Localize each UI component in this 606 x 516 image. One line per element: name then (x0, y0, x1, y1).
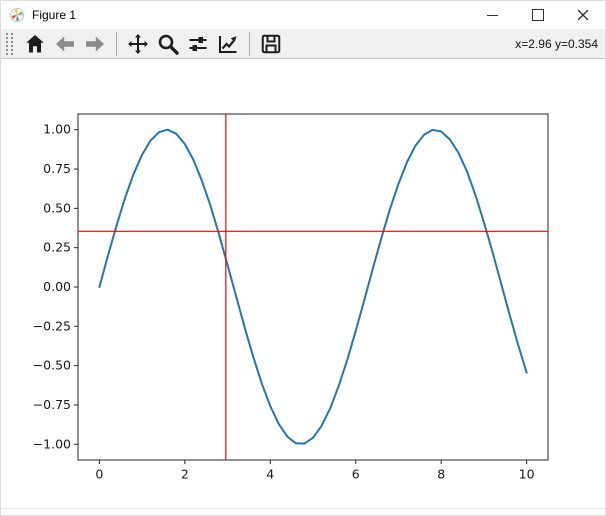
configure-subplots-button[interactable] (184, 30, 212, 58)
cursor-coordinates: x=2.96 y=0.354 (515, 37, 601, 51)
window-title: Figure 1 (32, 8, 76, 22)
x-tick-label: 6 (352, 467, 360, 482)
home-button[interactable] (21, 30, 49, 58)
window-bottom-edge (1, 508, 605, 509)
x-tick-label: 4 (266, 467, 274, 482)
figure-canvas[interactable]: 0 2 4 6 8 10 −1.00 −0.75 −0.50 −0.25 0.00 0.25 0.50 0… (1, 59, 606, 516)
y-tick-label: −1.00 (33, 436, 71, 451)
y-tick-label: −0.75 (33, 397, 71, 412)
toolbar-grip (6, 33, 13, 55)
axes-spines (78, 114, 548, 460)
pan-button[interactable] (124, 30, 152, 58)
close-icon (577, 9, 589, 21)
customize-button[interactable] (214, 30, 242, 58)
y-tick-label: −0.25 (33, 318, 71, 333)
chart-line-icon (216, 32, 240, 56)
forward-button[interactable] (81, 30, 109, 58)
maximize-button[interactable] (515, 1, 560, 29)
save-button[interactable] (257, 30, 285, 58)
matplotlib-logo-icon (9, 7, 25, 23)
arrow-left-icon (53, 32, 77, 56)
title-bar: Figure 1 (1, 1, 605, 29)
maximize-icon (532, 9, 544, 21)
toolbar-separator (249, 32, 250, 56)
y-tick-label: 0.00 (43, 279, 71, 294)
minimize-button[interactable] (470, 1, 515, 29)
y-tick-label: 0.25 (43, 240, 71, 255)
y-tick-label: 1.00 (43, 122, 71, 137)
series-line-sin(x) (99, 130, 526, 444)
close-button[interactable] (560, 1, 605, 29)
x-tick-label: 8 (437, 467, 445, 482)
home-icon (23, 32, 47, 56)
zoom-button[interactable] (154, 30, 182, 58)
toolbar-separator (116, 32, 117, 56)
back-button[interactable] (51, 30, 79, 58)
pan-arrows-icon (126, 32, 150, 56)
y-tick-label: −0.50 (33, 358, 71, 373)
arrow-right-icon (83, 32, 107, 56)
caption-buttons (470, 1, 605, 29)
magnifier-icon (156, 32, 180, 56)
minimize-icon (487, 15, 498, 16)
floppy-disk-icon (259, 32, 283, 56)
navigation-toolbar: x=2.96 y=0.354 (1, 29, 605, 59)
sine-plot[interactable]: 0 2 4 6 8 10 −1.00 −0.75 −0.50 −0.25 0.00 0.25 0.50 0… (1, 59, 606, 516)
x-tick-label: 2 (181, 467, 189, 482)
y-tick-label: 0.50 (43, 200, 71, 215)
sliders-icon (186, 32, 210, 56)
y-tick-label: 0.75 (43, 161, 71, 176)
x-tick-label: 0 (95, 467, 103, 482)
x-tick-label: 10 (519, 467, 535, 482)
figure-window: Figure 1 (0, 0, 606, 516)
